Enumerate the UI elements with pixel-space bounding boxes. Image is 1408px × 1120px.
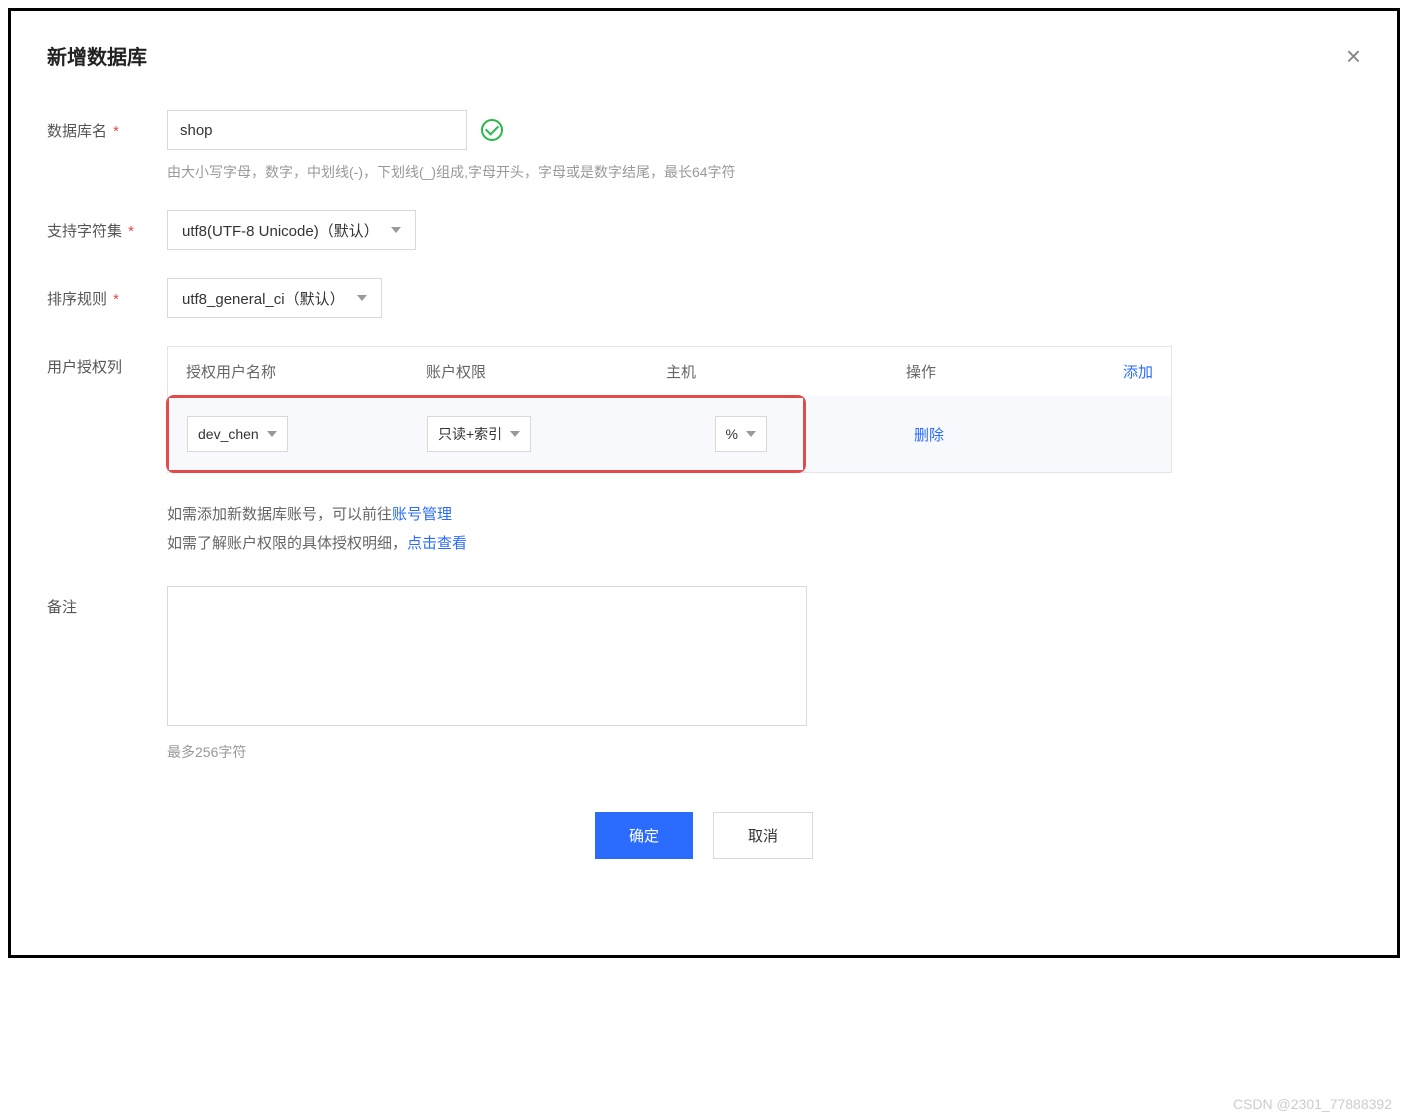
label-db-name: 数据库名 * xyxy=(47,110,167,141)
db-name-hint: 由大小写字母，数字，中划线(-)，下划线(_)组成,字母开头，字母或是数字结尾，… xyxy=(167,162,1361,182)
label-remark: 备注 xyxy=(47,586,167,617)
auth-host-select[interactable]: % xyxy=(715,416,767,452)
chevron-down-icon xyxy=(357,295,367,301)
dialog-container: 新增数据库 × 数据库名 * 由大小写字母，数字，中划线(-)，下划线(_)组成… xyxy=(8,8,1400,958)
charset-select[interactable]: utf8(UTF-8 Unicode)（默认） xyxy=(167,210,416,250)
chevron-down-icon xyxy=(267,431,277,437)
cancel-button[interactable]: 取消 xyxy=(713,812,813,859)
watermark-text: CSDN @2301_77888392 xyxy=(1233,1096,1392,1112)
account-manage-link[interactable]: 账号管理 xyxy=(392,506,452,523)
col-user-header: 授权用户名称 xyxy=(186,361,426,382)
remark-hint: 最多256字符 xyxy=(167,742,1361,762)
auth-user-select[interactable]: dev_chen xyxy=(187,416,288,452)
required-mark: * xyxy=(109,291,119,308)
db-name-input[interactable] xyxy=(167,110,467,150)
row-auth: 用户授权列 授权用户名称 账户权限 主机 操作 添加 dev_chen xyxy=(47,346,1361,558)
dialog-title: 新增数据库 xyxy=(47,41,147,70)
view-details-link[interactable]: 点击查看 xyxy=(407,535,467,552)
auth-table-header: 授权用户名称 账户权限 主机 操作 添加 xyxy=(168,347,1171,396)
col-op-header: 操作 xyxy=(906,361,1086,382)
add-user-link[interactable]: 添加 xyxy=(1123,364,1153,381)
auth-table: 授权用户名称 账户权限 主机 操作 添加 dev_chen xyxy=(167,346,1172,473)
auth-table-row: dev_chen 只读+索引 xyxy=(168,396,1171,472)
col-perm-header: 账户权限 xyxy=(426,361,666,382)
row-db-name: 数据库名 * 由大小写字母，数字，中划线(-)，下划线(_)组成,字母开头，字母… xyxy=(47,110,1361,182)
dialog-footer: 确定 取消 xyxy=(47,812,1361,859)
label-charset: 支持字符集 * xyxy=(47,210,167,241)
chevron-down-icon xyxy=(510,431,520,437)
label-auth: 用户授权列 xyxy=(47,346,167,377)
highlighted-row-box: dev_chen 只读+索引 xyxy=(166,395,806,473)
required-mark: * xyxy=(124,223,134,240)
delete-row-link[interactable]: 删除 xyxy=(914,424,944,445)
col-host-header: 主机 xyxy=(666,361,906,382)
ok-button[interactable]: 确定 xyxy=(595,812,693,859)
dialog-header: 新增数据库 × xyxy=(47,41,1361,70)
auth-info-block: 如需添加新数据库账号，可以前往账号管理 如需了解账户权限的具体授权明细，点击查看 xyxy=(167,501,1361,558)
label-collation: 排序规则 * xyxy=(47,278,167,309)
chevron-down-icon xyxy=(746,431,756,437)
auth-perm-select[interactable]: 只读+索引 xyxy=(427,416,531,452)
row-charset: 支持字符集 * utf8(UTF-8 Unicode)（默认） xyxy=(47,210,1361,250)
collation-select[interactable]: utf8_general_ci（默认） xyxy=(167,278,382,318)
remark-textarea[interactable] xyxy=(167,586,807,726)
row-collation: 排序规则 * utf8_general_ci（默认） xyxy=(47,278,1361,318)
check-circle-icon xyxy=(481,119,503,141)
row-remark: 备注 最多256字符 xyxy=(47,586,1361,762)
chevron-down-icon xyxy=(391,227,401,233)
close-icon[interactable]: × xyxy=(1346,43,1361,69)
required-mark: * xyxy=(109,123,119,140)
